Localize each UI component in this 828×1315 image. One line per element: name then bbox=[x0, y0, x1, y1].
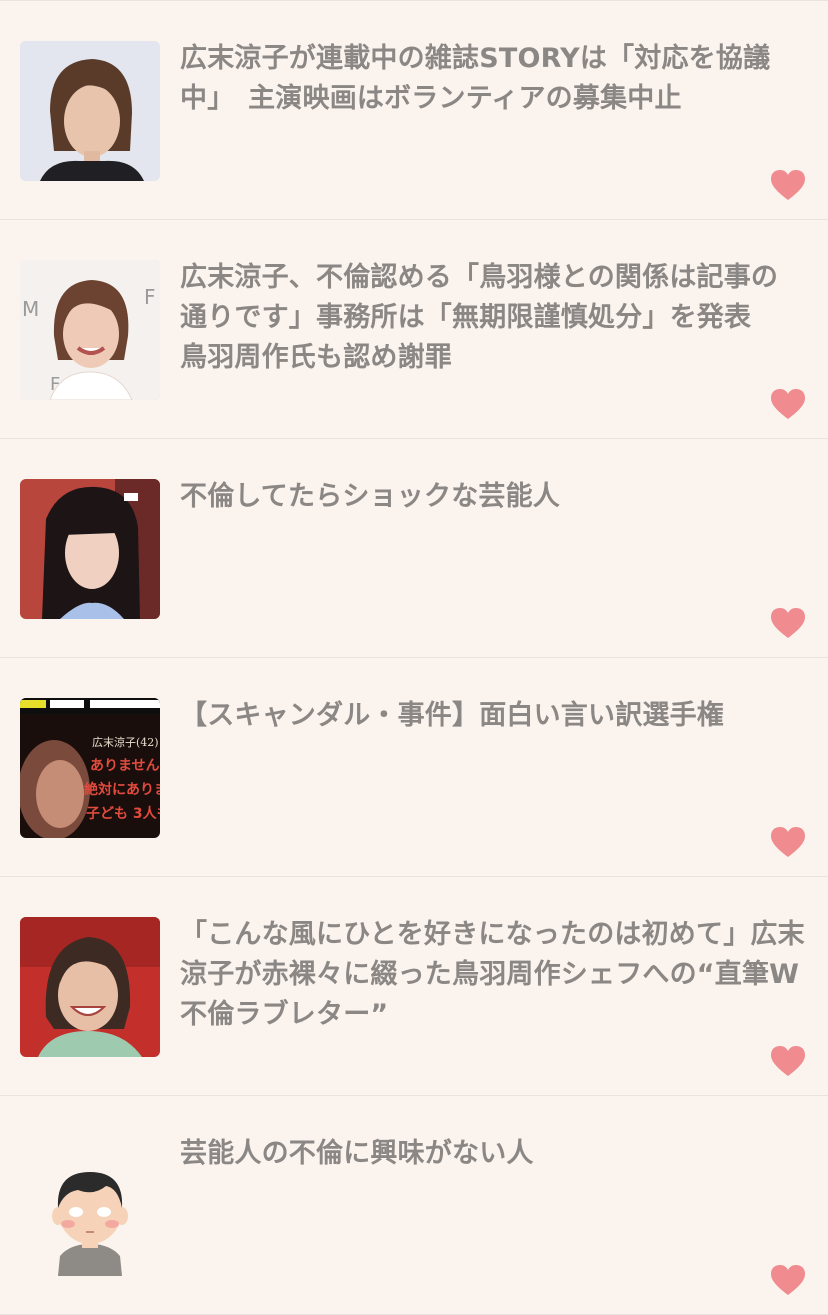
illustration-person bbox=[20, 1136, 160, 1276]
favorite-heart-icon[interactable] bbox=[770, 607, 806, 639]
article-title[interactable]: 「こんな風にひとを好きになったのは初めて」広末涼子が赤裸々に綴った鳥羽周作シェフ… bbox=[180, 915, 805, 1035]
article-thumbnail[interactable] bbox=[20, 479, 160, 619]
article-title[interactable]: 不倫してたらショックな芸能人 bbox=[180, 477, 805, 517]
article-thumbnail[interactable] bbox=[20, 1136, 160, 1276]
woman-bangs-photo bbox=[20, 479, 160, 619]
favorite-heart-icon[interactable] bbox=[770, 1045, 806, 1077]
tv-subtitle-line2: 絶対にありませ bbox=[84, 781, 160, 798]
list-item[interactable]: 広末涼子(42) ありません! 絶対にありませ 子ども 3人も 【スキャンダル・… bbox=[0, 658, 828, 877]
article-title[interactable]: 広末涼子が連載中の雑誌STORYは「対応を協議中」 主演映画はボランティアの募集… bbox=[180, 39, 805, 119]
article-thumbnail[interactable]: 広末涼子(42) ありません! 絶対にありませ 子ども 3人も bbox=[20, 698, 160, 838]
tv-caption-text: 広末涼子(42) bbox=[92, 735, 159, 749]
tv-subtitle-line3: 子ども 3人も bbox=[86, 805, 160, 822]
article-title[interactable]: 広末涼子、不倫認める「鳥羽様との関係は記事の通りです」事務所は「無期限謹慎処分」… bbox=[180, 258, 805, 378]
list-item[interactable]: M F F 広末涼子、不倫認める「鳥羽様との関係は記事の通りです」事務所は「無期… bbox=[0, 220, 828, 439]
woman-portrait-photo bbox=[20, 41, 160, 181]
svg-text:F: F bbox=[144, 285, 156, 309]
tv-screenshot: 広末涼子(42) ありません! 絶対にありませ 子ども 3人も bbox=[20, 698, 160, 838]
woman-laughing-photo bbox=[20, 917, 160, 1057]
article-list: 広末涼子が連載中の雑誌STORYは「対応を協議中」 主演映画はボランティアの募集… bbox=[0, 0, 828, 1315]
list-item[interactable]: 芸能人の不倫に興味がない人 bbox=[0, 1096, 828, 1315]
woman-smiling-photo: M F F bbox=[20, 260, 160, 400]
favorite-heart-icon[interactable] bbox=[770, 826, 806, 858]
list-item[interactable]: 不倫してたらショックな芸能人 bbox=[0, 439, 828, 658]
favorite-heart-icon[interactable] bbox=[770, 388, 806, 420]
article-thumbnail[interactable] bbox=[20, 917, 160, 1057]
article-title[interactable]: 芸能人の不倫に興味がない人 bbox=[180, 1134, 805, 1174]
svg-text:M: M bbox=[22, 297, 39, 321]
article-thumbnail[interactable]: M F F bbox=[20, 260, 160, 400]
tv-subtitle-line1: ありません! bbox=[90, 758, 160, 774]
favorite-heart-icon[interactable] bbox=[770, 1264, 806, 1296]
article-title[interactable]: 【スキャンダル・事件】面白い言い訳選手権 bbox=[180, 696, 805, 736]
favorite-heart-icon[interactable] bbox=[770, 169, 806, 201]
article-thumbnail[interactable] bbox=[20, 41, 160, 181]
list-item[interactable]: 「こんな風にひとを好きになったのは初めて」広末涼子が赤裸々に綴った鳥羽周作シェフ… bbox=[0, 877, 828, 1096]
list-item[interactable]: 広末涼子が連載中の雑誌STORYは「対応を協議中」 主演映画はボランティアの募集… bbox=[0, 1, 828, 220]
